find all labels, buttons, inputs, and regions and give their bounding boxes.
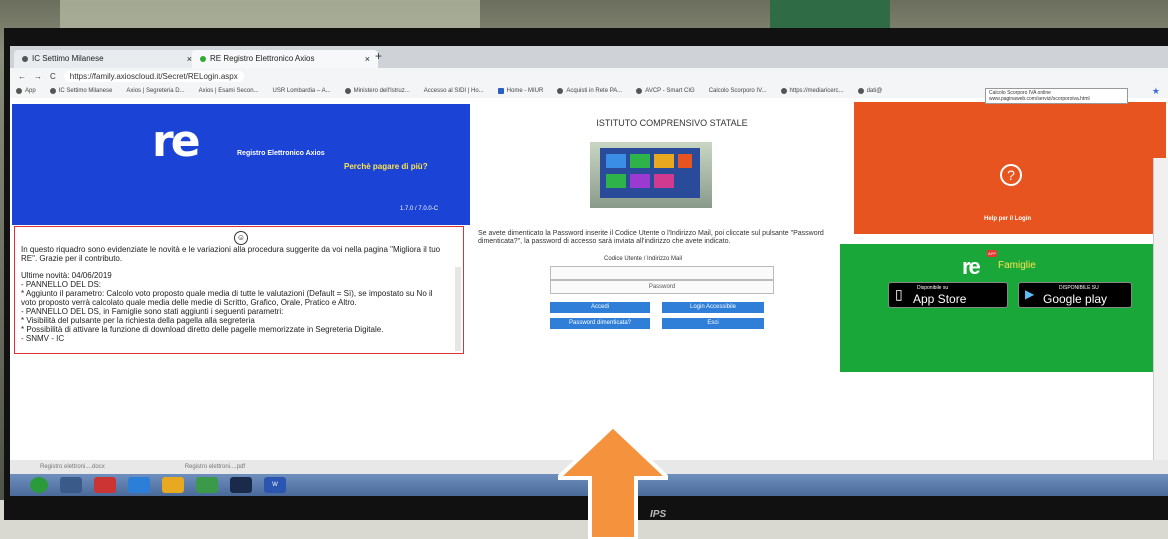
url-field[interactable]: https://family.axioscloud.it/Secret/RELo…: [63, 70, 244, 82]
laptop-image: [590, 142, 712, 208]
login-form: ISTITUTO COMPRENSIVO STATALE Se avete di…: [472, 118, 852, 418]
re-famiglie-logo: re: [962, 254, 981, 279]
apps-icon: [16, 88, 22, 94]
news-text: In questo riquadro sono evidenziate le n…: [21, 245, 441, 343]
bookmark[interactable]: Home - MIUR: [497, 88, 543, 94]
bookmark[interactable]: dati@: [857, 88, 882, 94]
tile: [606, 174, 626, 188]
site-icon: [557, 88, 564, 94]
header-panel: re Registro Elettronico Axios Perchè pag…: [12, 104, 470, 225]
laptop-screen: [600, 148, 700, 198]
help-panel[interactable]: ? Help per il Login: [854, 102, 1166, 234]
app-icon[interactable]: [230, 477, 252, 493]
download-item[interactable]: Registro elettroni....pdf: [185, 464, 245, 470]
firefox-icon[interactable]: [162, 477, 184, 493]
help-label: Help per il Login: [984, 216, 1032, 222]
accessible-login-button[interactable]: Login Accessibile: [662, 302, 764, 313]
site-icon: [200, 56, 206, 62]
tab-ic-settimo[interactable]: IC Settimo Milanese ×: [14, 50, 200, 68]
folder-icon[interactable]: [60, 477, 82, 493]
bookmark[interactable]: USR Lombardia – A...: [273, 88, 331, 94]
bookmark[interactable]: Calcolo Scorporo IV...: [709, 88, 767, 94]
tile: [654, 154, 674, 168]
login-page: re Registro Elettronico Axios Perchè pag…: [10, 98, 1168, 496]
pdf-icon[interactable]: [94, 477, 116, 493]
tile: [630, 174, 650, 188]
star-icon[interactable]: ★: [1152, 86, 1160, 97]
tab-registro-axios[interactable]: RE Registro Elettronico Axios ×: [192, 50, 378, 68]
reload-icon[interactable]: C: [50, 72, 56, 81]
bookmark[interactable]: Axios | Esami Secon...: [199, 88, 259, 94]
new-tab-button[interactable]: +: [375, 49, 382, 63]
tile: [606, 154, 626, 168]
bookmark[interactable]: AVCP - Smart CIG: [636, 88, 695, 94]
version-label: 1.7.0 / 7.0.0-C: [400, 206, 439, 212]
arrow-shape: [558, 426, 668, 539]
bookmark[interactable]: IC Settimo Milanese: [49, 88, 112, 94]
site-icon: [49, 88, 56, 94]
page-scrollbar[interactable]: [1153, 158, 1168, 496]
famiglie-title: Famiglie: [998, 260, 1036, 271]
lightbulb-icon: ☺: [234, 231, 248, 245]
tile: [630, 154, 650, 168]
tile: [654, 174, 674, 188]
exit-button[interactable]: Esci: [662, 318, 764, 329]
site-icon: [636, 88, 643, 94]
site-icon: [344, 88, 351, 94]
bookmark[interactable]: Ministero dell'Istruz...: [344, 88, 410, 94]
tile: [678, 154, 692, 168]
bookmark-tooltip: Calcolo Scorporo IVA online www.paginawe…: [985, 88, 1128, 104]
forgot-password-button[interactable]: Password dimenticata?: [550, 318, 650, 329]
news-scrollbar[interactable]: [455, 267, 461, 351]
back-icon[interactable]: ←: [18, 72, 26, 81]
user-label: Codice Utente / Indirizzo Mail: [604, 256, 683, 262]
close-icon[interactable]: ×: [365, 50, 370, 68]
app-badge: APP: [987, 250, 998, 257]
site-icon: [857, 88, 864, 94]
bookmark[interactable]: https://mediaricerc...: [780, 88, 844, 94]
slogan: Perchè pagare di più?: [344, 162, 428, 171]
news-panel: ☺ In questo riquadro sono evidenziate le…: [14, 226, 464, 354]
google-play-button[interactable]: ▶ DISPONIBILE SU Google play: [1018, 282, 1132, 308]
tab-bar: IC Settimo Milanese × RE Registro Elettr…: [10, 46, 1168, 68]
user-input[interactable]: [550, 266, 774, 280]
orange-arrow: [558, 426, 668, 539]
re-logo: re: [152, 116, 201, 167]
bookmark-app[interactable]: App: [16, 88, 36, 94]
app-store-button[interactable]: ▯ Disponibile su App Store: [888, 282, 1008, 308]
site-icon: [780, 88, 787, 94]
word-icon[interactable]: W: [264, 477, 286, 493]
forward-icon[interactable]: →: [34, 72, 42, 81]
start-icon[interactable]: [30, 477, 48, 493]
password-input[interactable]: Password: [550, 280, 774, 294]
bookmark[interactable]: Accesso al SIDI | Ho...: [424, 88, 484, 94]
famiglie-panel: re APP Famiglie ▯ Disponibile su App Sto…: [840, 244, 1166, 372]
institute-name: ISTITUTO COMPRENSIVO STATALE: [596, 118, 748, 128]
phone-icon: ▯: [895, 286, 903, 302]
bookmark[interactable]: Acquisti in Rete PA...: [557, 88, 622, 94]
miur-icon: [497, 88, 504, 94]
play-icon: ▶: [1025, 287, 1035, 301]
question-icon: ?: [1000, 164, 1022, 186]
address-bar: ← → C https://family.axioscloud.it/Secre…: [10, 68, 1168, 84]
ie-icon[interactable]: [128, 477, 150, 493]
app-name: Registro Elettronico Axios: [237, 150, 325, 157]
chrome-icon[interactable]: [196, 477, 218, 493]
login-button[interactable]: Accedi: [550, 302, 650, 313]
bookmark[interactable]: Axios | Segreteria D...: [126, 88, 184, 94]
site-icon: [22, 56, 28, 62]
download-item[interactable]: Registro elettroni....docx: [40, 464, 105, 470]
forgot-instructions: Se avete dimenticato la Password inserit…: [478, 230, 824, 245]
